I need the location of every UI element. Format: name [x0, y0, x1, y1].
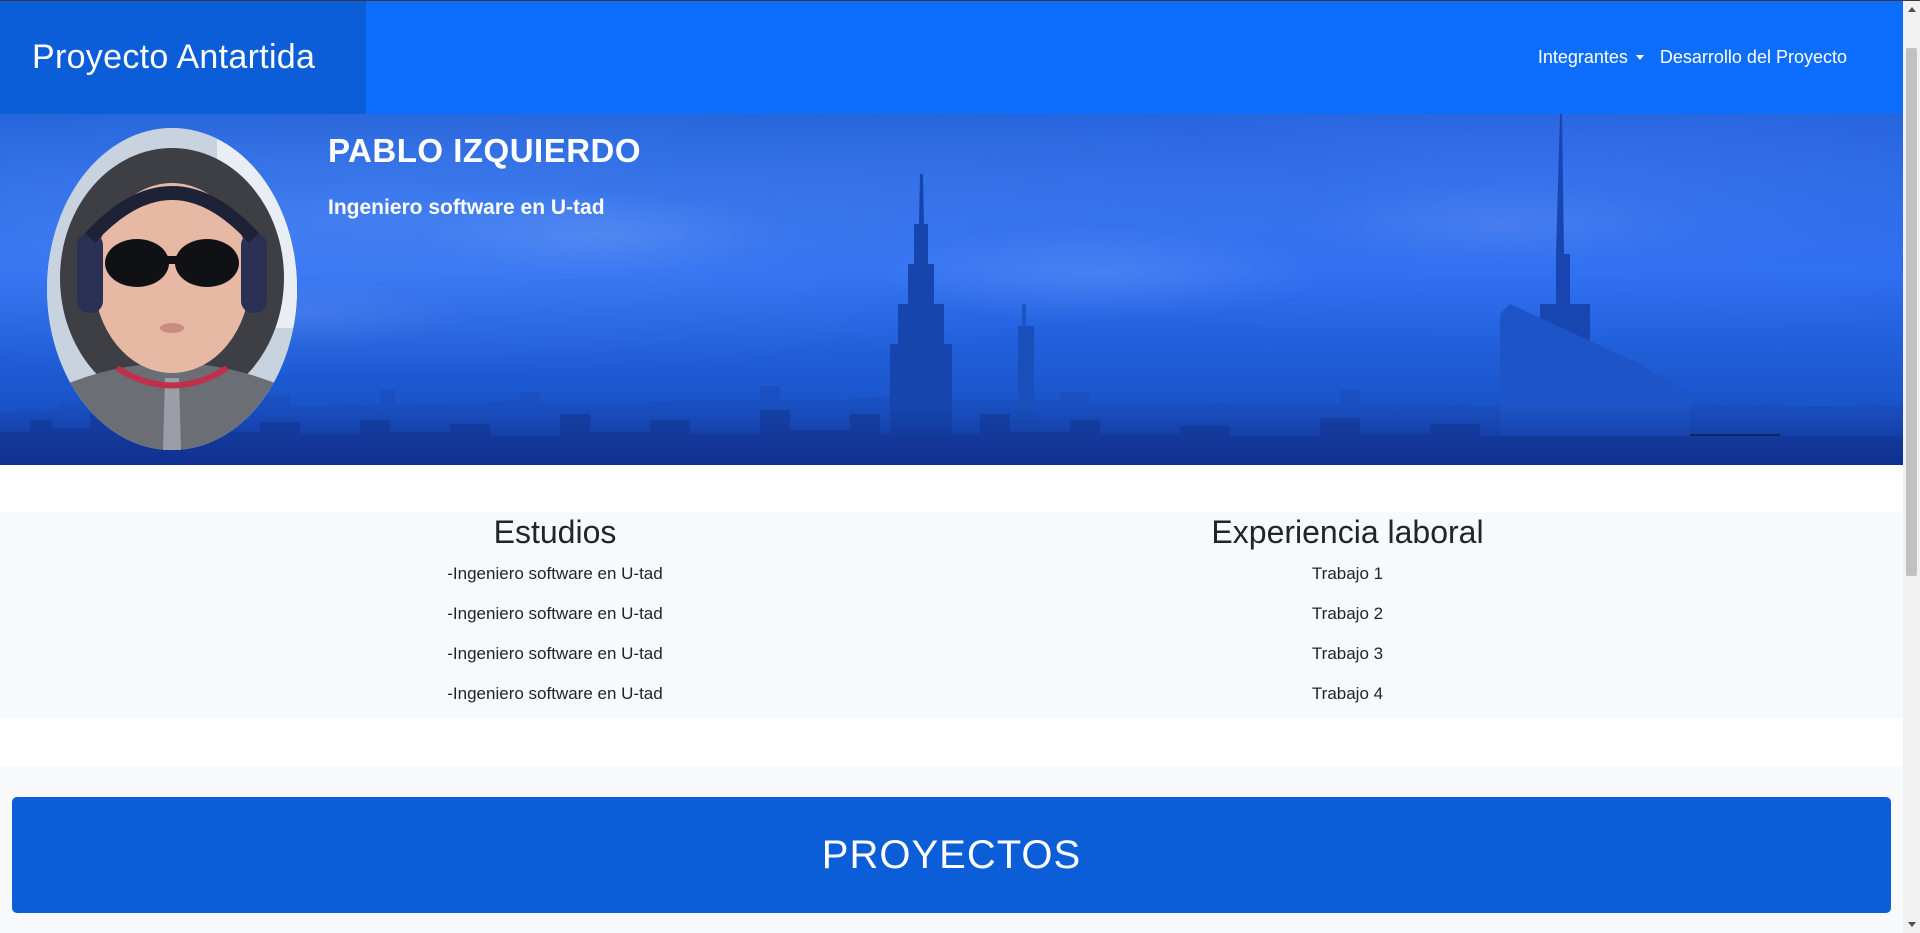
nav-link-desarrollo[interactable]: Desarrollo del Proyecto — [1660, 47, 1847, 68]
profile-photo — [47, 128, 297, 450]
nav-link-label: Desarrollo del Proyecto — [1659, 47, 1847, 67]
studies-column: Estudios -Ingeniero software en U-tad -I… — [0, 512, 1110, 714]
list-item: Trabajo 1 — [1311, 564, 1384, 583]
profile-avatar — [47, 128, 297, 450]
profile-subtitle: Ingeniero software en U-tad — [328, 196, 605, 219]
profile-name: PABLO IZQUIERDO — [328, 132, 642, 169]
studies-list: -Ingeniero software en U-tad -Ingeniero … — [0, 554, 1110, 714]
info-section: Estudios -Ingeniero software en U-tad -I… — [0, 512, 1903, 718]
navbar: Proyecto Antartida Integrantes Desarroll… — [0, 1, 1903, 114]
city-foreground-shade — [0, 405, 1903, 465]
nav-dropdown-integrantes[interactable]: Integrantes — [1538, 47, 1644, 68]
experience-column: Experiencia laboral Trabajo 1 Trabajo 2 … — [950, 512, 1745, 714]
vertical-scrollbar[interactable] — [1903, 1, 1920, 933]
nav-link-label: Integrantes — [1537, 47, 1628, 67]
scrollbar-thumb[interactable] — [1906, 48, 1917, 576]
list-item: -Ingeniero software en U-tad — [447, 604, 663, 623]
list-item: -Ingeniero software en U-tad — [447, 644, 663, 663]
caret-down-icon — [1635, 55, 1644, 60]
navbar-brand[interactable]: Proyecto Antartida — [0, 1, 366, 114]
projects-heading-banner: PROYECTOS — [12, 797, 1891, 913]
list-item: Trabajo 3 — [1311, 644, 1384, 663]
nav-links: Integrantes Desarrollo del Proyecto — [1538, 47, 1903, 68]
list-item: -Ingeniero software en U-tad — [447, 564, 663, 583]
studies-heading: Estudios — [493, 514, 617, 550]
experience-heading: Experiencia laboral — [1211, 514, 1484, 550]
scroll-down-arrow-icon[interactable] — [1908, 922, 1916, 927]
list-item: Trabajo 4 — [1311, 684, 1384, 703]
list-item: Trabajo 2 — [1311, 604, 1384, 623]
scroll-up-arrow-icon[interactable] — [1908, 7, 1916, 12]
experience-list: Trabajo 1 Trabajo 2 Trabajo 3 Trabajo 4 — [950, 554, 1745, 714]
list-item: -Ingeniero software en U-tad — [447, 684, 663, 703]
